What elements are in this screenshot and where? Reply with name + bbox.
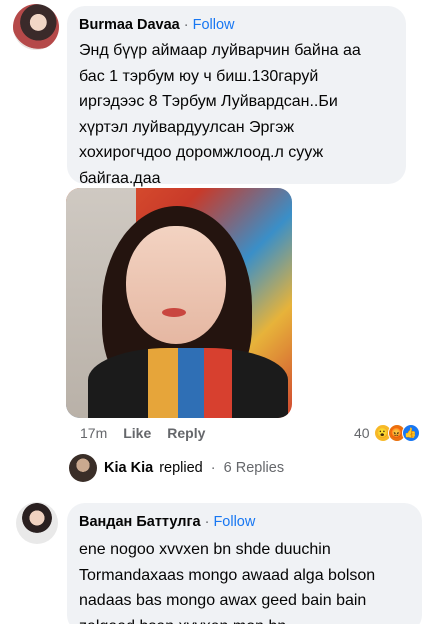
comment-text-line: ene nogoo xvvxen bn shde duuchin <box>79 541 331 558</box>
comment-text-line: иргэдээс 8 Тэрбум Луйвардсан..Би <box>79 93 338 110</box>
separator-dot: · <box>210 460 216 476</box>
comment-author[interactable]: Вандан Баттулга <box>79 514 201 530</box>
commenter-avatar[interactable] <box>16 502 58 544</box>
comment-text-line: Tormandaxaas mongo awaad alga bolson <box>79 566 376 584</box>
reaction-summary[interactable]: 40 😮 😡 👍 <box>354 422 420 444</box>
follow-button[interactable]: Follow <box>193 17 235 33</box>
comment-author[interactable]: Burmaa Davaa <box>79 17 180 33</box>
comment-text-line: хохирогчдоо доромжлоод.л сууж <box>79 144 324 161</box>
comment-timestamp[interactable]: 17m <box>80 425 107 441</box>
reaction-count: 40 <box>354 425 370 441</box>
like-emoji-icon: 👍 <box>401 424 420 442</box>
replies-count: 6 Replies <box>223 460 285 476</box>
comment-bubble: Burmaa Davaa · Follow Энд бүүр аймаар луйв… <box>67 6 406 187</box>
follow-button[interactable]: Follow <box>213 514 255 530</box>
comment-text-line: Энд бүүр аймаар луйварчин байна аа <box>79 42 361 59</box>
comment-text-line: zalgaad bsan xvvxen mon bn <box>79 614 375 624</box>
commenter-avatar[interactable] <box>13 4 59 50</box>
comment-bubble: Вандан Баттулга · Follow ene nogoo xvvxen … <box>67 503 422 624</box>
like-button[interactable]: Like <box>123 425 151 441</box>
replier-avatar[interactable] <box>69 454 97 482</box>
replied-label: replied <box>159 460 203 476</box>
separator-dot: · <box>183 17 189 33</box>
comment-photo[interactable] <box>66 188 292 418</box>
comment-header: Burmaa Davaa · Follow <box>79 17 235 33</box>
comment-text-line: бас 1 тэрбум юу ч биш.130гаруй <box>79 67 319 85</box>
comment-text-line: хүртэл луйвардуулсан Эргэж <box>79 118 295 136</box>
comment-text-line: nadaas bas mongo awax geed bain bain <box>79 592 367 609</box>
comment-header: Вандан Баттулга · Follow <box>79 514 255 530</box>
reply-button[interactable]: Reply <box>167 425 205 441</box>
comment-text: Энд бүүр аймаар луйварчин байна аа бас 1… <box>79 38 361 191</box>
comment-text: ene nogoo xvvxen bn shde duuchin Tormand… <box>79 537 375 624</box>
replier-name: Kia Kia <box>104 460 154 476</box>
view-replies-link[interactable]: Kia Kia replied · 6 Replies <box>104 460 284 476</box>
comment-actions: 17m Like Reply <box>80 425 221 441</box>
separator-dot: · <box>204 514 210 530</box>
